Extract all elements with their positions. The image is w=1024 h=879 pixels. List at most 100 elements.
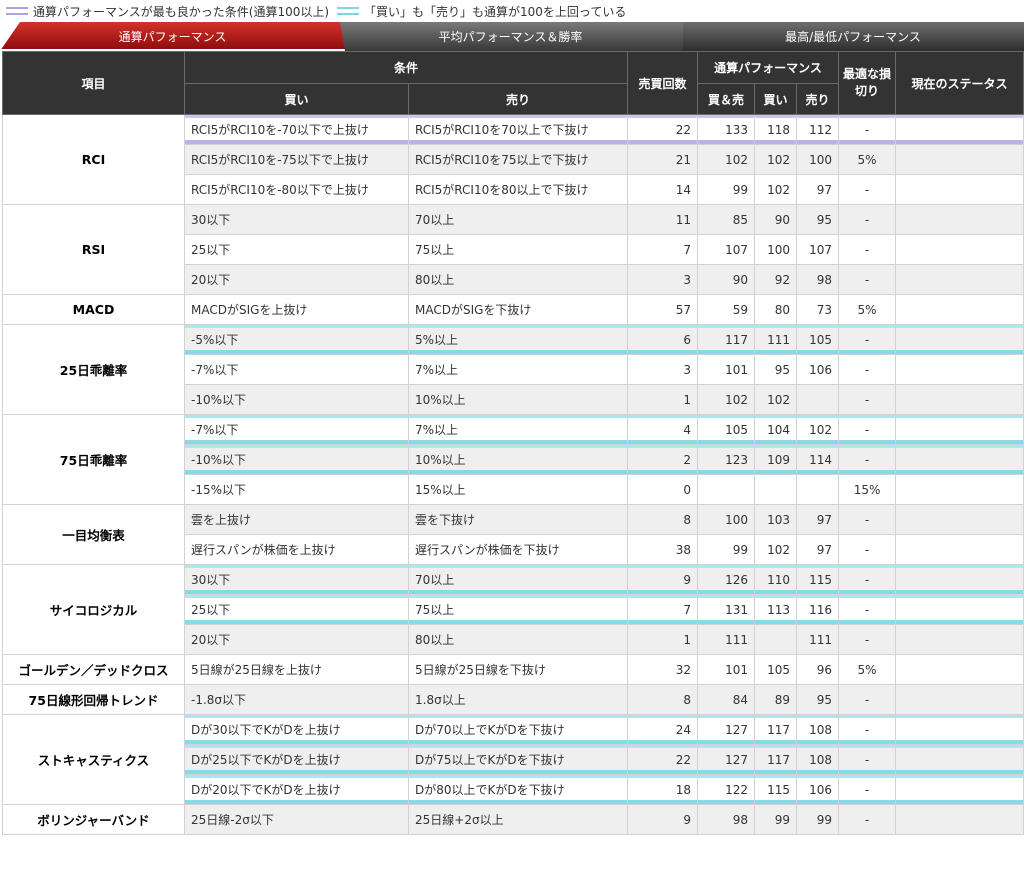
purple-swatch-icon [6,7,28,15]
header-count: 売買回数 [627,51,699,115]
current-status [895,504,1024,535]
header-perf: 通算パフォーマンス [697,51,840,84]
perf-buy: 118 [754,114,798,145]
perf-buy: 102 [754,384,798,415]
perf-buy: 90 [754,204,798,235]
perf-buy: 117 [754,744,798,775]
performance-table: 項目 条件 売買回数 通算パフォーマンス 最適な損切り 現在のステータス 買い … [2,51,1024,835]
trade-count: 38 [627,534,699,565]
perf-buy: 100 [754,234,798,265]
buy-condition: -15%以下 [184,474,409,505]
sell-condition: 7%以上 [407,414,629,445]
trade-count: 3 [627,354,699,385]
sell-condition: 5%以上 [407,324,629,355]
trade-count: 57 [627,294,699,325]
perf-sell: 106 [796,354,840,385]
table-row: 75日乖離率 -7%以下 7%以上 4 105 104 102- [2,414,1024,505]
perf-both: 107 [697,234,756,265]
current-status [895,414,1024,445]
current-status [895,174,1024,205]
perf-buy [754,624,798,655]
table-row: ゴールデン／デッドクロス 5日線が25日線を上抜け 5日線が25日線を下抜け 32 10… [2,654,1024,685]
perf-both: 99 [697,174,756,205]
trade-count: 9 [627,804,699,835]
perf-buy: 115 [754,774,798,805]
trade-count: 4 [627,414,699,445]
stop-loss: - [838,684,897,715]
cyan-swatch-icon [337,7,360,15]
legend-both-label: 「買い」も「売り」も通算が100を上回っている [364,4,627,19]
perf-buy [754,474,798,505]
buy-condition: Dが30以下でKがDを上抜け [184,714,409,745]
perf-sell [796,384,840,415]
header-perf-both: 買＆売 [697,83,756,115]
table-row: 25日乖離率 -5%以下 5%以上 6 117 111 105- [2,324,1024,415]
stop-loss: - [838,174,897,205]
perf-both: 59 [697,294,756,325]
buy-condition: 30以下 [184,204,409,235]
perf-sell [796,474,840,505]
indicator-name: ボリンジャーバンド [2,804,185,835]
buy-condition: 25以下 [184,234,409,265]
buy-condition: -10%以下 [184,384,409,415]
perf-buy: 102 [754,144,798,175]
indicator-name: RSI [2,204,185,295]
perf-buy: 103 [754,504,798,535]
sell-condition: Dが80以上でKがDを下抜け [407,774,629,805]
trade-count: 22 [627,114,699,145]
sell-condition: RCI5がRCI10を70以上で下抜け [407,114,629,145]
perf-both: 102 [697,384,756,415]
sell-condition: RCI5がRCI10を80以上で下抜け [407,174,629,205]
perf-sell: 107 [796,234,840,265]
trade-count: 1 [627,624,699,655]
table-row: RSI 30以下 70以上 11 85 90 95- [2,204,1024,295]
header-item: 項目 [2,51,185,115]
tab-bar: 最高/最低パフォーマンス 平均パフォーマンス＆勝率 通算パフォーマンス [0,22,1024,51]
sell-condition: 80以上 [407,264,629,295]
trade-count: 8 [627,504,699,535]
header-stop-loss: 最適な損切り [838,51,897,115]
trade-count: 8 [627,684,699,715]
legend-best: 通算パフォーマンスが最も良かった条件(通算100以上) [6,3,329,20]
sell-condition: RCI5がRCI10を75以上で下抜け [407,144,629,175]
perf-sell: 95 [796,204,840,235]
indicator-name: 一目均衡表 [2,504,185,565]
perf-sell: 106 [796,774,840,805]
trade-count: 24 [627,714,699,745]
trade-count: 7 [627,234,699,265]
buy-condition: 遅行スパンが株価を上抜け [184,534,409,565]
header-status: 現在のステータス [895,51,1024,115]
buy-condition: -5%以下 [184,324,409,355]
trade-count: 1 [627,384,699,415]
indicator-name: 75日線形回帰トレンド [2,684,185,715]
perf-sell: 108 [796,744,840,775]
perf-both: 98 [697,804,756,835]
sell-condition: 5日線が25日線を下抜け [407,654,629,685]
perf-sell: 99 [796,804,840,835]
sell-condition: 遅行スパンが株価を下抜け [407,534,629,565]
legend-both: 「買い」も「売り」も通算が100を上回っている [337,3,626,20]
buy-condition: -1.8σ以下 [184,684,409,715]
perf-sell: 115 [796,564,840,595]
indicator-name: 75日乖離率 [2,414,185,505]
sell-condition: 25日線+2σ以上 [407,804,629,835]
trade-count: 0 [627,474,699,505]
stop-loss: 5% [838,144,897,175]
perf-buy: 92 [754,264,798,295]
tab-average[interactable]: 平均パフォーマンス＆勝率 [338,22,683,51]
stop-loss: - [838,204,897,235]
perf-buy: 89 [754,684,798,715]
buy-condition: MACDがSIGを上抜け [184,294,409,325]
indicator-name: サイコロジカル [2,564,185,655]
perf-buy: 104 [754,414,798,445]
perf-sell: 105 [796,324,840,355]
perf-both: 102 [697,144,756,175]
trade-count: 6 [627,324,699,355]
tab-total[interactable]: 通算パフォーマンス [0,22,345,51]
tab-high-low[interactable]: 最高/最低パフォーマンス [682,22,1024,51]
buy-condition: 雲を上抜け [184,504,409,535]
perf-both: 99 [697,534,756,565]
perf-both: 127 [697,714,756,745]
stop-loss: - [838,414,897,445]
current-status [895,114,1024,145]
